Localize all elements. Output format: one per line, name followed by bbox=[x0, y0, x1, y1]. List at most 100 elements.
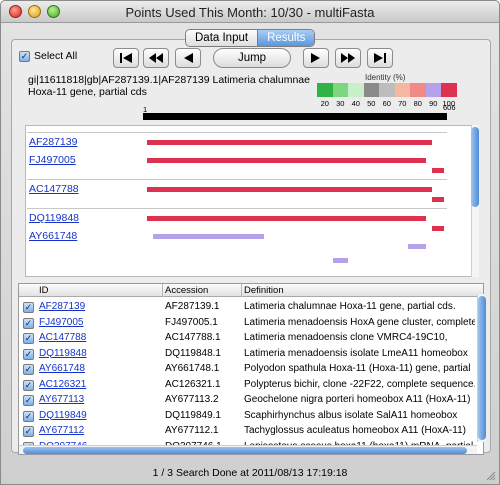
alignment-hit-bar[interactable] bbox=[432, 226, 444, 231]
table-horizontal-scrollbar[interactable] bbox=[19, 445, 477, 454]
table-row[interactable]: ✓ AC126321 AC126321.1 Polypterus bichir, cl… bbox=[19, 377, 483, 393]
alignment-hit-bar[interactable] bbox=[147, 140, 432, 145]
table-row[interactable]: ✓ AY677113 AY677113.2 Geochelone nigra port… bbox=[19, 392, 483, 408]
row-accession: AF287139.1 bbox=[165, 301, 220, 312]
alignment-hit-bar[interactable] bbox=[333, 258, 348, 263]
row-id-link[interactable]: AC126321 bbox=[39, 379, 86, 390]
table-row[interactable]: ✓ AY661748 AY661748.1 Polyodon spathula Hox… bbox=[19, 361, 483, 377]
resize-grip-icon[interactable] bbox=[486, 471, 496, 481]
next-page-button[interactable] bbox=[303, 48, 329, 68]
row-accession: AC126321.1 bbox=[165, 378, 221, 390]
tab-data-input[interactable]: Data Input bbox=[186, 30, 258, 46]
select-all-control[interactable]: ✓ Select All bbox=[19, 50, 77, 62]
table-vscroll-thumb[interactable] bbox=[478, 296, 486, 440]
row-checkbox[interactable]: ✓ bbox=[23, 302, 34, 313]
alignment-accession-link[interactable]: AF287139 bbox=[29, 136, 77, 148]
legend-swatch bbox=[379, 83, 395, 97]
identity-legend-labels: 20 30 40 50 60 70 80 90 100 bbox=[317, 99, 457, 108]
legend-label: 80 bbox=[413, 99, 422, 108]
alignment-scroll-thumb[interactable] bbox=[471, 127, 479, 207]
row-definition: Polyodon spathula Hoxa-11 (Hoxa-11) gene… bbox=[244, 363, 471, 374]
legend-swatch bbox=[441, 83, 457, 97]
row-definition: Latimeria menadoensis isolate LmeA11 hom… bbox=[244, 347, 468, 359]
row-id-link[interactable]: AY677113 bbox=[39, 394, 84, 405]
column-header-accession[interactable]: Accession bbox=[165, 285, 208, 296]
legend-label: 60 bbox=[382, 99, 391, 108]
title-bar[interactable]: Points Used This Month: 10/30 - multiFas… bbox=[1, 1, 499, 23]
row-id-link[interactable]: DQ119848 bbox=[39, 348, 87, 359]
alignment-scrollbar[interactable] bbox=[449, 125, 479, 277]
row-definition: Geochelone nigra porteri homeobox A11 (H… bbox=[244, 394, 471, 405]
column-header-definition[interactable]: Definition bbox=[244, 285, 284, 296]
alignment-accession-link[interactable]: AY661748 bbox=[29, 230, 77, 242]
alignment-overview: AF287139 FJ497005 AC147788 DQ119848 AY661748 bbox=[25, 125, 479, 277]
first-page-button[interactable] bbox=[113, 48, 139, 68]
table-row[interactable]: ✓ AF287139 AF287139.1 Latimeria chalumnae H… bbox=[19, 299, 483, 315]
row-checkbox[interactable]: ✓ bbox=[23, 410, 34, 422]
row-definition: Polypterus bichir, clone -22F22, complet… bbox=[244, 378, 475, 390]
play-icon bbox=[311, 53, 320, 63]
alignment-hit-bar[interactable] bbox=[432, 197, 444, 202]
previous-fast-button[interactable] bbox=[143, 48, 169, 68]
play-back-icon bbox=[184, 53, 193, 63]
alignment-group-divider bbox=[27, 179, 447, 180]
identity-legend-title: Identity (%) bbox=[365, 73, 406, 82]
table-row[interactable]: ✓ AY677112 AY677112.1 Tachyglossus aculeatu… bbox=[19, 423, 483, 439]
row-id-link[interactable]: AY677112 bbox=[39, 425, 84, 436]
tab-bar: Data Input Results bbox=[185, 29, 316, 47]
row-id-link[interactable]: DQ119849 bbox=[39, 410, 87, 421]
row-id-link[interactable]: FJ497005 bbox=[39, 317, 83, 328]
row-checkbox[interactable]: ✓ bbox=[23, 426, 34, 437]
table-hscroll-thumb[interactable] bbox=[23, 447, 467, 454]
tab-results[interactable]: Results bbox=[257, 30, 315, 46]
alignment-hit-bar[interactable] bbox=[147, 216, 426, 221]
select-all-label: Select All bbox=[34, 50, 78, 62]
legend-swatch bbox=[394, 83, 410, 97]
jump-button[interactable]: Jump bbox=[213, 48, 291, 68]
next-fast-button[interactable] bbox=[335, 48, 361, 68]
alignment-accession-link[interactable]: FJ497005 bbox=[29, 154, 76, 166]
row-checkbox[interactable]: ✓ bbox=[23, 317, 34, 329]
alignment-hit-bar[interactable] bbox=[432, 168, 444, 173]
legend-swatch bbox=[363, 83, 379, 97]
row-checkbox[interactable]: ✓ bbox=[23, 348, 34, 360]
status-bar: 1 / 3 Search Done at 2011/08/13 17:19:18 bbox=[152, 467, 348, 479]
alignment-hit-bar[interactable] bbox=[147, 187, 432, 192]
row-definition: Latimeria chalumnae Hoxa-11 gene, partia… bbox=[244, 301, 456, 312]
table-vertical-scrollbar[interactable] bbox=[477, 294, 486, 442]
row-id-link[interactable]: AY661748 bbox=[39, 363, 85, 374]
table-row[interactable]: ✓ AC147788 AC147788.1 Latimeria menadoensis… bbox=[19, 330, 483, 346]
row-checkbox[interactable]: ✓ bbox=[23, 364, 34, 375]
row-id-link[interactable]: AC147788 bbox=[39, 332, 86, 343]
row-checkbox[interactable]: ✓ bbox=[23, 333, 34, 344]
alignment-accession-link[interactable]: AC147788 bbox=[29, 183, 79, 195]
row-definition: Scaphirhynchus albus isolate SalA11 home… bbox=[244, 409, 458, 421]
alignment-hit-bar[interactable] bbox=[153, 234, 264, 239]
legend-label: 90 bbox=[429, 99, 438, 108]
legend-label: 40 bbox=[351, 99, 360, 108]
column-header-id[interactable]: ID bbox=[39, 285, 49, 296]
row-checkbox[interactable]: ✓ bbox=[23, 395, 34, 406]
query-ruler bbox=[143, 113, 447, 120]
row-definition: Tachyglossus aculeatus homeobox A11 (Hox… bbox=[244, 425, 466, 436]
row-checkbox[interactable]: ✓ bbox=[23, 379, 34, 391]
column-divider bbox=[241, 284, 242, 297]
legend-label: 30 bbox=[336, 99, 345, 108]
window-title: Points Used This Month: 10/30 - multiFas… bbox=[125, 5, 375, 20]
previous-page-button[interactable] bbox=[175, 48, 201, 68]
table-row[interactable]: ✓ FJ497005 FJ497005.1 Latimeria menadoensis… bbox=[19, 315, 483, 331]
row-definition: Latimeria menadoensis clone VMRC4-19C10, bbox=[244, 332, 448, 343]
row-accession: AY661748.1 bbox=[165, 363, 220, 374]
row-id-link[interactable]: AF287139 bbox=[39, 301, 85, 312]
alignment-accession-link[interactable]: DQ119848 bbox=[29, 212, 79, 224]
row-accession: AY677113.2 bbox=[165, 394, 219, 405]
select-all-checkbox[interactable]: ✓ bbox=[19, 50, 30, 62]
results-table: ID Accession Definition ✓ AF287139 AF28713… bbox=[18, 283, 484, 455]
alignment-hit-bar[interactable] bbox=[408, 244, 426, 249]
last-page-button[interactable] bbox=[367, 48, 393, 68]
legend-swatch bbox=[332, 83, 348, 97]
alignment-hit-bar[interactable] bbox=[147, 158, 426, 163]
table-row[interactable]: ✓ DQ119849 DQ119849.1 Scaphirhynchus albus … bbox=[19, 408, 483, 424]
table-row[interactable]: ✓ DQ119848 DQ119848.1 Latimeria menadoensis… bbox=[19, 346, 483, 362]
skip-last-icon bbox=[374, 53, 386, 63]
